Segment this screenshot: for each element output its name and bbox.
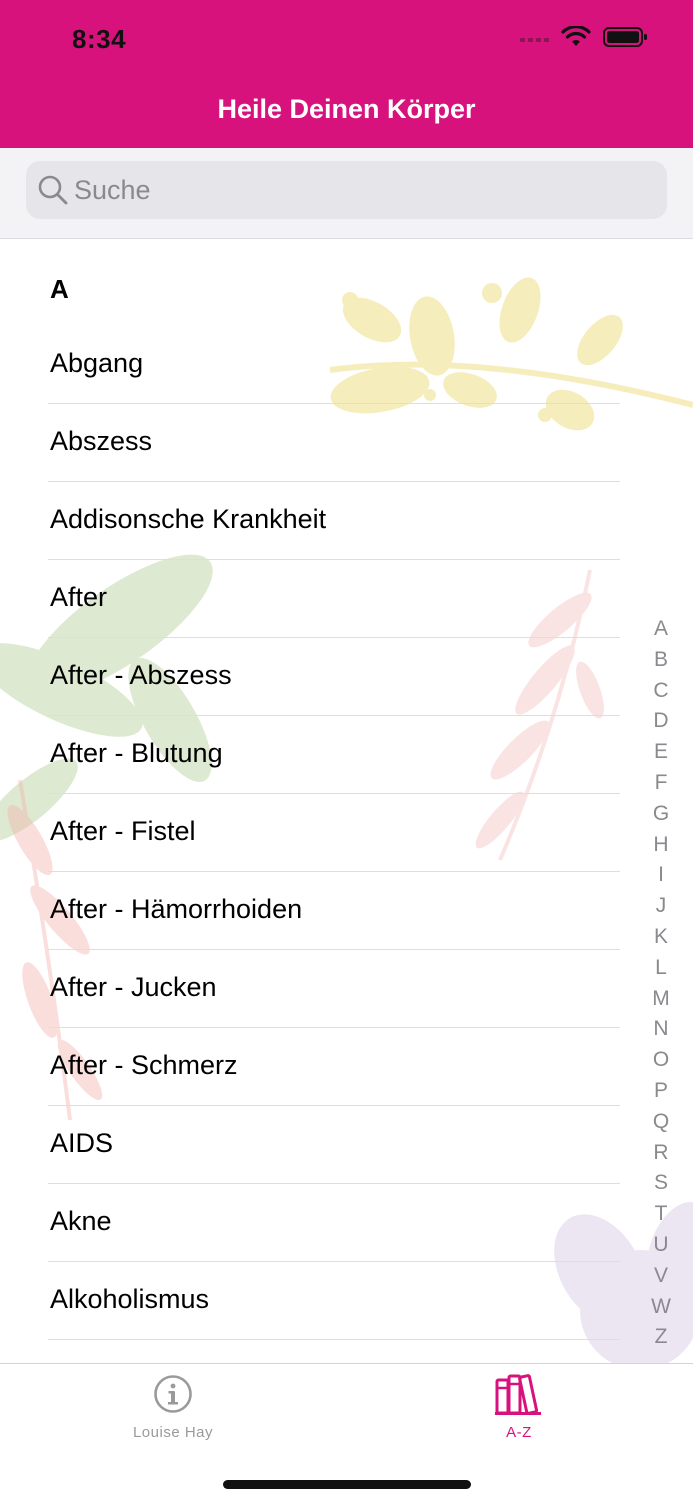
tab-louise-hay[interactable]: Louise Hay bbox=[0, 1364, 346, 1454]
index-letter[interactable]: R bbox=[653, 1138, 668, 1169]
search-field[interactable] bbox=[26, 161, 667, 219]
list-item[interactable]: After - Abszess bbox=[0, 638, 620, 716]
list-item-label: After - Jucken bbox=[50, 972, 217, 1002]
list-item-label: Abszess bbox=[50, 426, 153, 456]
list-item-label: After - Abszess bbox=[50, 660, 232, 690]
index-letter[interactable]: H bbox=[653, 830, 668, 861]
list-item-label: Addisonsche Krankheit bbox=[50, 504, 327, 534]
list-item[interactable]: After - Schmerz bbox=[0, 1028, 620, 1106]
list-item[interactable]: After - Fistel bbox=[0, 794, 620, 872]
tab-label: A-Z bbox=[506, 1424, 532, 1441]
list-item-label: After - Blutung bbox=[50, 738, 223, 768]
list-item-label: Akne bbox=[50, 1206, 112, 1236]
search-input[interactable] bbox=[74, 174, 634, 206]
list-item[interactable]: Akne bbox=[0, 1184, 620, 1262]
list-item[interactable]: After - Jucken bbox=[0, 950, 620, 1028]
list-item-label: Abgang bbox=[50, 348, 144, 378]
list-item-label: After - Hämorrhoiden bbox=[50, 894, 303, 924]
index-letter[interactable]: Q bbox=[653, 1107, 669, 1138]
index-letter[interactable]: M bbox=[652, 984, 670, 1015]
wifi-icon bbox=[561, 26, 591, 46]
index-letter[interactable]: B bbox=[654, 645, 668, 676]
index-letter[interactable]: T bbox=[655, 1199, 668, 1230]
list-item-label: After - Schmerz bbox=[50, 1050, 238, 1080]
section-header: A bbox=[50, 274, 69, 304]
index-letter[interactable]: N bbox=[653, 1014, 668, 1045]
books-icon bbox=[495, 1372, 543, 1416]
index-letter[interactable]: G bbox=[653, 799, 669, 830]
list-item[interactable]: After - Blutung bbox=[0, 716, 620, 794]
home-indicator[interactable] bbox=[223, 1480, 471, 1489]
search-icon bbox=[36, 173, 70, 207]
status-time: 8:34 bbox=[72, 24, 127, 54]
index-letter[interactable]: W bbox=[651, 1292, 671, 1323]
list-item[interactable]: Alkoholismus bbox=[0, 1262, 620, 1340]
index-letter[interactable]: V bbox=[654, 1261, 668, 1292]
index-letter[interactable]: S bbox=[654, 1168, 668, 1199]
index-letter[interactable]: E bbox=[654, 737, 668, 768]
status-indicators bbox=[520, 26, 649, 48]
list-item[interactable]: AIDS bbox=[0, 1106, 620, 1184]
tab-label: Louise Hay bbox=[132, 1424, 214, 1441]
index-letter[interactable]: K bbox=[654, 922, 668, 953]
list-item[interactable]: Abgang bbox=[0, 326, 620, 404]
tab-bar: Louise Hay A-Z bbox=[0, 1363, 693, 1500]
cellular-signal-icon bbox=[520, 38, 549, 42]
index-letter[interactable]: P bbox=[654, 1076, 668, 1107]
index-letter[interactable]: C bbox=[653, 676, 668, 707]
list-item-label: AIDS bbox=[50, 1128, 114, 1158]
info-icon bbox=[153, 1372, 193, 1416]
index-letter[interactable]: J bbox=[656, 891, 667, 922]
list-item-label: After bbox=[50, 582, 108, 612]
index-letter[interactable]: U bbox=[653, 1230, 668, 1261]
battery-icon bbox=[603, 27, 647, 47]
list-item-label: After - Fistel bbox=[50, 816, 196, 846]
list-item-label: Alkoholismus bbox=[50, 1284, 210, 1314]
index-letter[interactable]: A bbox=[654, 614, 668, 645]
entry-list[interactable]: A Abgang Abszess Addisonsche Krankheit A… bbox=[0, 240, 693, 1364]
divider bbox=[48, 1339, 620, 1340]
nav-header: 8:34 Heile Deinen Körper bbox=[0, 0, 693, 148]
tab-a-z[interactable]: A-Z bbox=[346, 1364, 692, 1454]
list-item[interactable]: Abszess bbox=[0, 404, 620, 482]
section-index[interactable]: A B C D E F G H I J K L M N O P Q R S T … bbox=[651, 614, 671, 1353]
index-letter[interactable]: O bbox=[653, 1045, 669, 1076]
index-letter[interactable]: D bbox=[653, 706, 668, 737]
list-item[interactable]: Addisonsche Krankheit bbox=[0, 482, 620, 560]
page-title: Heile Deinen Körper bbox=[217, 94, 476, 124]
list-item[interactable]: After - Hämorrhoiden bbox=[0, 872, 620, 950]
search-bar bbox=[0, 148, 693, 239]
index-letter[interactable]: L bbox=[655, 953, 667, 984]
index-letter[interactable]: Z bbox=[655, 1322, 668, 1353]
list-item[interactable]: After bbox=[0, 560, 620, 638]
index-letter[interactable]: F bbox=[655, 768, 668, 799]
index-letter[interactable]: I bbox=[658, 860, 664, 891]
